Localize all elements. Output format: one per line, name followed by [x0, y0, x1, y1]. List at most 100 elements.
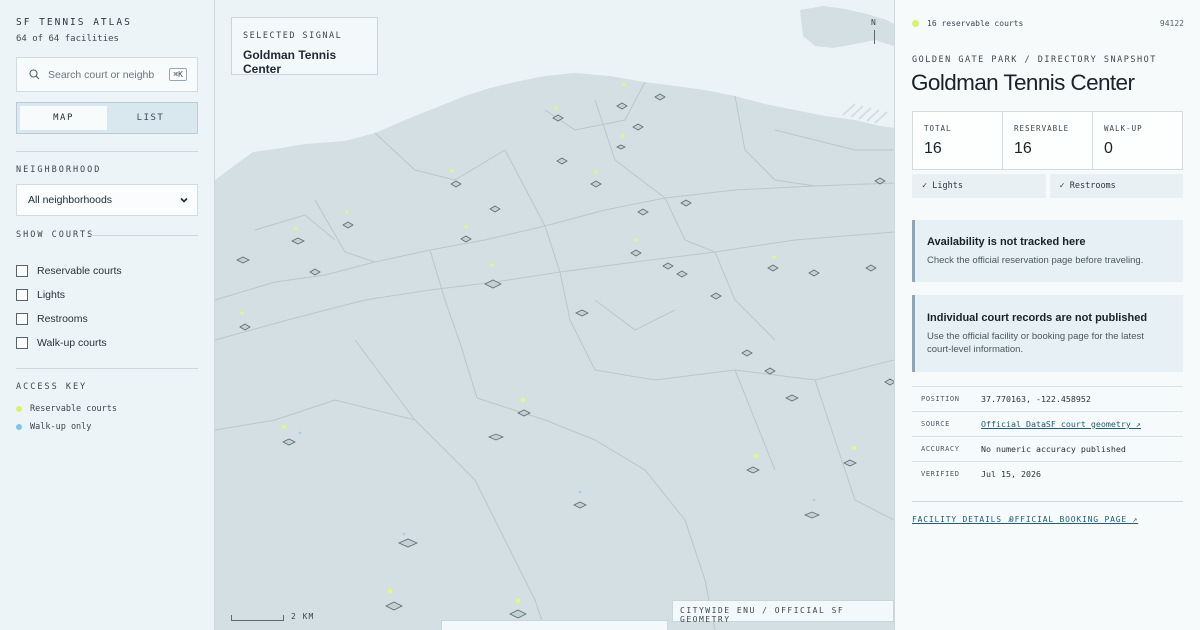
court-icon [710, 292, 722, 300]
court-icon [616, 102, 628, 110]
map-view-tab[interactable]: MAP [20, 106, 107, 130]
court-icon [575, 309, 589, 317]
notice-title: Individual court records are not publish… [927, 312, 1148, 324]
search-input[interactable] [48, 68, 158, 81]
neighborhood-select[interactable]: All neighborhoods [16, 184, 198, 216]
court-icon [616, 144, 626, 150]
walkup-marker [812, 498, 816, 502]
court-markers[interactable] [215, 0, 894, 630]
availability-notice: Availability is not tracked here Check t… [912, 220, 1183, 282]
official-booking-link[interactable]: OFFICIAL BOOKING PAGE ↗ [1009, 515, 1138, 524]
position-value: 37.770163, -122.458952 [981, 394, 1091, 404]
access-key-label: ACCESS KEY [16, 382, 88, 392]
zip-code: 94122 [1159, 19, 1184, 28]
filter-label: Restrooms [37, 313, 88, 325]
court-icon [590, 180, 602, 188]
meta-key: SOURCE [921, 420, 950, 428]
search-box: ⌘K [16, 57, 198, 92]
accuracy-value: No numeric accuracy published [981, 444, 1126, 454]
court-icons [236, 93, 894, 619]
filter-reservable[interactable]: Reservable courts [16, 265, 122, 277]
reservable-marker [554, 106, 558, 110]
reservable-marker [490, 263, 494, 267]
selected-signal-card: SELECTED SIGNAL Goldman Tennis Center [231, 17, 378, 76]
court-icon [573, 501, 587, 509]
compass-north-label: N [871, 18, 876, 27]
court-records-notice: Individual court records are not publish… [912, 295, 1183, 372]
stat-value: 0 [1104, 140, 1113, 157]
sidebar: SF TENNIS ATLAS 64 of 64 facilities ⌘K M… [0, 0, 215, 630]
filter-lights[interactable]: Lights [16, 289, 65, 301]
court-icon [632, 123, 644, 131]
meta-accuracy: ACCURACY No numeric accuracy published [912, 436, 1183, 461]
key-label: Walk-up only [30, 422, 92, 432]
reservable-marker [387, 588, 393, 594]
court-icon [342, 221, 354, 229]
reservable-dot-icon [912, 20, 919, 27]
notice-title: Availability is not tracked here [927, 236, 1086, 248]
reservable-marker [464, 225, 468, 229]
view-toggle: MAP LIST [16, 102, 198, 134]
reservable-summary-text: 16 reservable courts [927, 19, 1024, 28]
court-icon [398, 538, 418, 548]
court-icon [764, 367, 776, 375]
court-icon [309, 268, 321, 276]
checkbox[interactable] [16, 313, 28, 325]
reservable-marker [450, 169, 454, 173]
court-icon [489, 205, 501, 213]
checkbox[interactable] [16, 265, 28, 277]
facility-breadcrumb: GOLDEN GATE PARK / DIRECTORY SNAPSHOT [912, 55, 1157, 65]
meta-key: VERIFIED [921, 470, 960, 478]
filter-restrooms[interactable]: Restrooms [16, 313, 88, 325]
court-icon [874, 177, 886, 185]
meta-source: SOURCE Official DataSF court geometry ↗ [912, 411, 1183, 436]
key-label: Reservable courts [30, 404, 117, 414]
checkbox[interactable] [16, 337, 28, 349]
reservable-marker [521, 398, 525, 402]
reservable-marker [621, 134, 625, 138]
court-icon [630, 249, 642, 257]
facility-count: 64 of 64 facilities [16, 34, 119, 44]
selected-signal-label: SELECTED SIGNAL [243, 31, 343, 41]
reservable-dot-markers [240, 83, 856, 604]
scale-label: 2 KM [291, 612, 315, 621]
court-icon [239, 323, 251, 331]
notice-body: Check the official reservation page befo… [927, 255, 1144, 266]
court-icon [637, 208, 649, 216]
stat-value: 16 [924, 140, 942, 157]
court-icon [785, 394, 799, 402]
court-icon [517, 409, 531, 417]
court-icon [808, 269, 820, 277]
court-icon [676, 270, 688, 278]
reservable-summary: 16 reservable courts [912, 19, 1023, 28]
source-link[interactable]: Official DataSF court geometry ↗ [981, 419, 1141, 429]
walkup-dot-icon [16, 424, 22, 430]
neighborhood-selected-value: All neighborhoods [28, 194, 113, 206]
reservable-dot-icon [16, 406, 22, 412]
court-icon [282, 438, 296, 446]
court-icon [865, 264, 877, 272]
walkup-dot-markers [298, 431, 816, 536]
checkbox[interactable] [16, 289, 28, 301]
map-hint-chip [441, 620, 668, 630]
list-view-tab[interactable]: LIST [107, 106, 194, 130]
court-icon [484, 279, 502, 289]
filter-walkup[interactable]: Walk-up courts [16, 337, 107, 349]
court-icon [680, 199, 692, 207]
stat-label: WALK-UP [1104, 124, 1143, 133]
map-canvas[interactable]: SELECTED SIGNAL Goldman Tennis Center N … [215, 0, 894, 630]
scale-bar [231, 615, 284, 621]
meta-key: ACCURACY [921, 445, 960, 453]
stat-walkup: WALK-UP 0 [1093, 112, 1182, 169]
filter-label: Lights [37, 289, 66, 301]
key-walkup: Walk-up only [16, 422, 91, 432]
court-icon [509, 609, 527, 619]
meta-position: POSITION 37.770163, -122.458952 [912, 386, 1183, 411]
divider [16, 368, 198, 369]
reservable-marker [852, 446, 856, 450]
facility-details-link[interactable]: FACILITY DETAILS ↗ [912, 515, 1013, 524]
court-icon [450, 180, 462, 188]
court-icon [236, 256, 250, 264]
amenity-chips: ✓ Lights ✓ Restrooms [912, 174, 1183, 198]
geometry-label: CITYWIDE ENU / OFFICIAL SF GEOMETRY [672, 600, 894, 624]
